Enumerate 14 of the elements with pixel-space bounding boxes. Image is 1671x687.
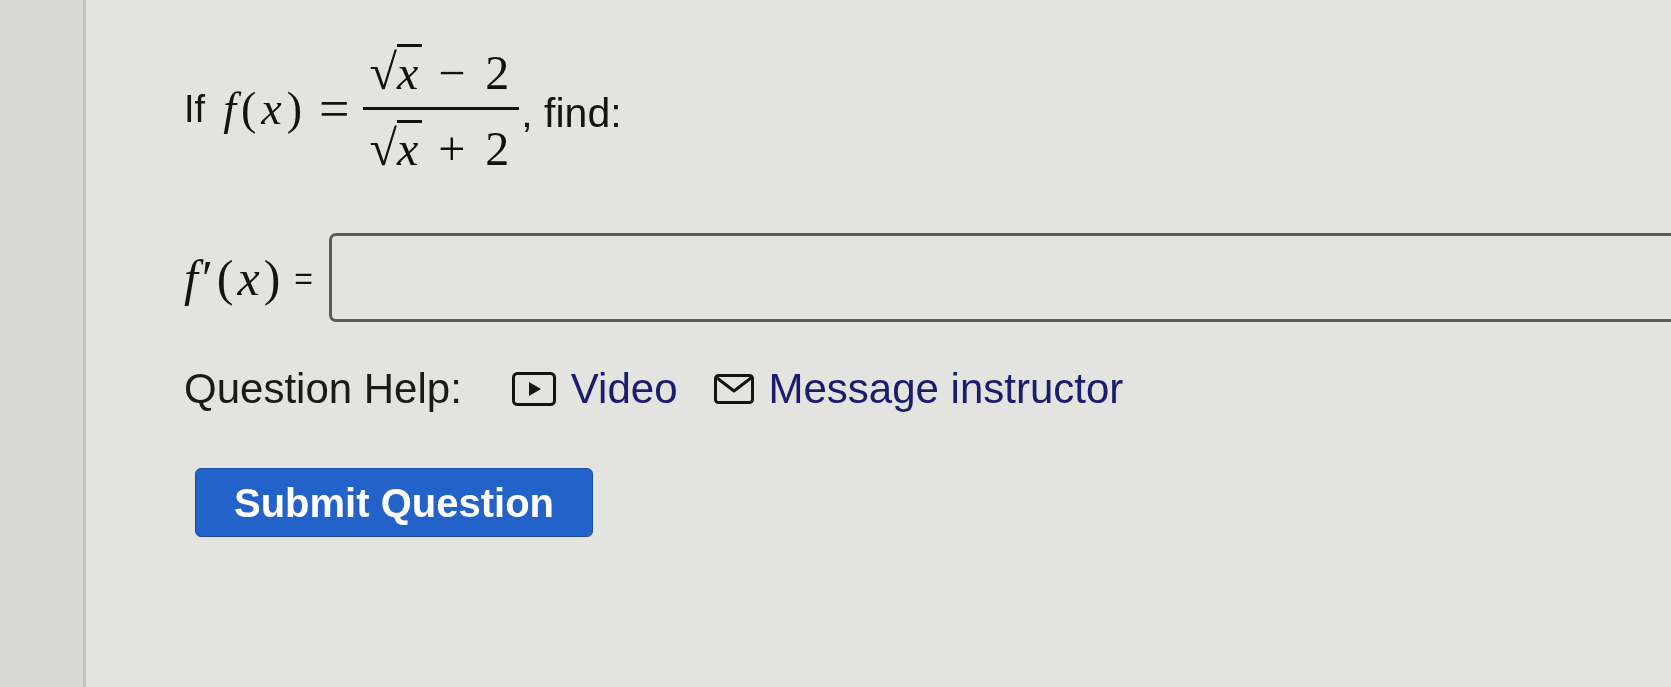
video-link[interactable]: Video (511, 368, 678, 410)
fraction-denominator: √x + 2 (368, 120, 515, 173)
answer-field[interactable] (329, 233, 1671, 322)
equals-sign: = (294, 261, 314, 294)
equals-sign: = (319, 81, 350, 136)
question-prefix: If (184, 89, 206, 128)
question-suffix: , find: (521, 93, 622, 134)
function-name: f(x) (223, 85, 307, 132)
mail-icon (713, 374, 754, 404)
play-icon (511, 372, 556, 406)
help-label: Question Help: (184, 368, 462, 410)
submit-button[interactable]: Submit Question (195, 468, 593, 537)
fraction-numerator: √x − 2 (368, 44, 515, 97)
message-link[interactable]: Message instructor (713, 368, 1124, 410)
